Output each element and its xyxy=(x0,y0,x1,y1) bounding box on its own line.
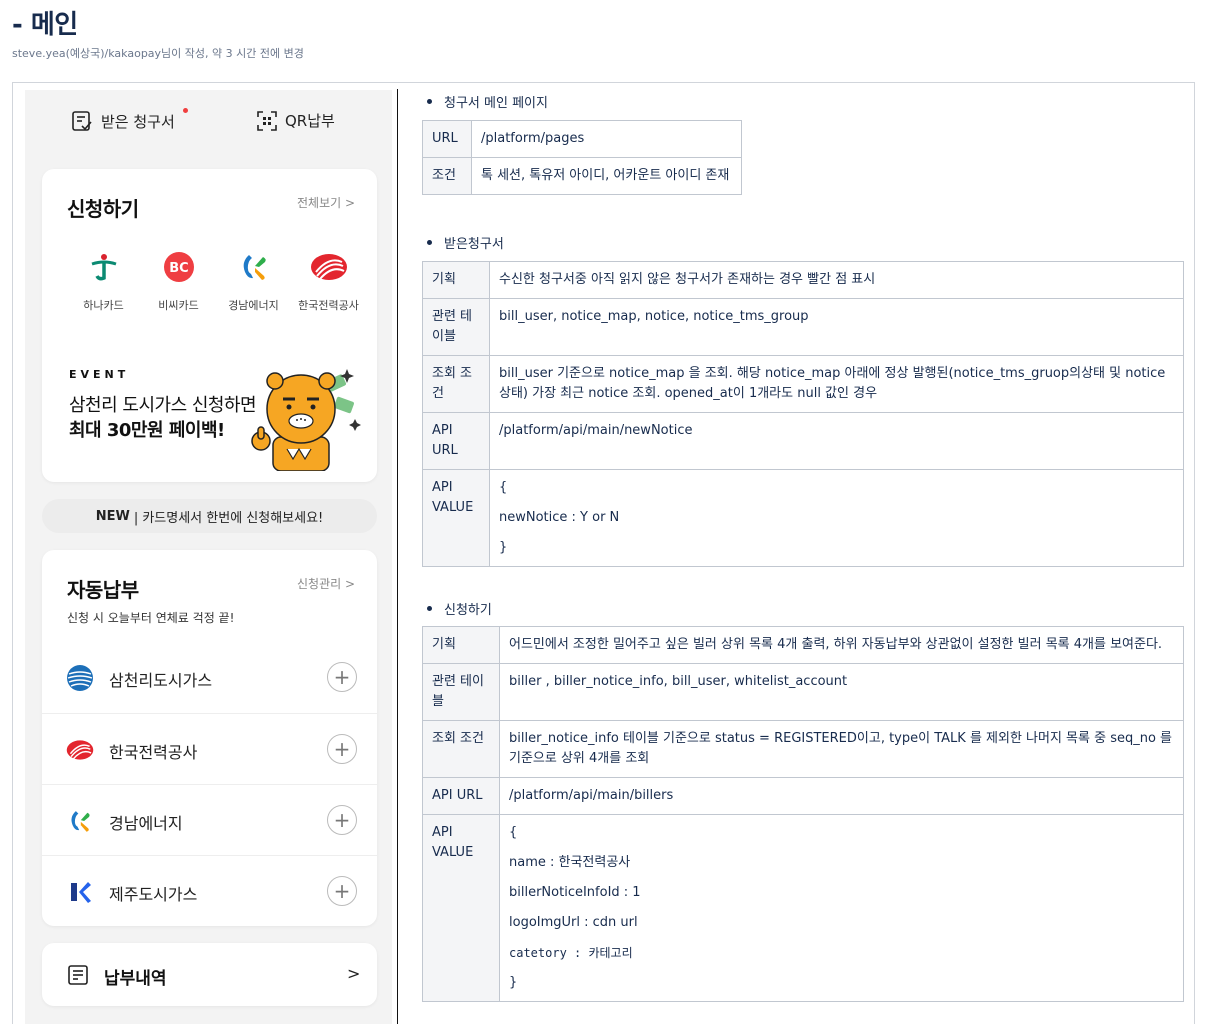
ryan-character-illustration xyxy=(247,359,367,475)
add-gyeongnam-button[interactable]: + xyxy=(327,805,357,835)
table-row: API VALUE { name : 한국전력공사 billerNoticeIn… xyxy=(422,814,1184,1002)
bullet-icon xyxy=(427,606,432,611)
bill-check-icon xyxy=(71,110,93,132)
auto-pay-title: 자동납부 xyxy=(67,578,139,602)
gyeongnam-energy-logo xyxy=(234,247,274,287)
section-bill-main-heading: 청구서 메인 페이지 xyxy=(427,92,548,111)
auto-pay-card: 자동납부 신청관리 > 신청 시 오늘부터 연체료 걱정 끝! 삼천리도시가스 … xyxy=(42,550,377,926)
qr-pay-label: QR납부 xyxy=(285,112,335,130)
new-badge: NEW xyxy=(95,508,130,524)
biller-bc[interactable]: BC 비씨카드 xyxy=(141,247,216,313)
table-row: 기획 수신한 청구서중 아직 읽지 않은 청구서가 존재하는 경우 빨간 점 표… xyxy=(422,261,1184,299)
add-jeju-button[interactable]: + xyxy=(327,876,357,906)
auto-pay-item-gyeongnam[interactable]: 경남에너지 + xyxy=(42,784,377,855)
received-bills-tab[interactable]: 받은 청구서 xyxy=(71,108,188,132)
apply-title: 신청하기 xyxy=(67,197,139,221)
unread-dot xyxy=(183,108,188,113)
section-received-bills-heading: 받은청구서 xyxy=(427,233,504,252)
table-row: 조건 톡 세션, 톡유저 아이디, 어카운트 아이디 존재 xyxy=(422,157,742,195)
biller-gyeongnam[interactable]: 경남에너지 xyxy=(216,247,291,313)
table-row: 조회 조건 bill_user 기준으로 notice_map 을 조회. 해당… xyxy=(422,355,1184,413)
event-headline[interactable]: 삼천리 도시가스 신청하면 xyxy=(69,391,257,417)
auto-pay-subtitle: 신청 시 오늘부터 연체료 걱정 끝! xyxy=(67,611,235,625)
table-row: API URL /platform/api/main/newNotice xyxy=(422,412,1184,470)
add-samchully-button[interactable]: + xyxy=(327,662,357,692)
qr-pay-tab[interactable]: QR납부 xyxy=(257,110,335,131)
app-top-bar: 받은 청구서 QR납부 xyxy=(25,90,392,156)
event-tag: EVENT xyxy=(69,368,130,381)
kepco-logo xyxy=(309,247,349,287)
table-row: 관련 테이블 biller , biller_notice_info, bill… xyxy=(422,663,1184,721)
table-row: 기획 어드민에서 조정한 밀어주고 싶은 빌러 상위 목록 4개 출력, 하위 … xyxy=(422,626,1184,664)
auto-pay-item-kepco[interactable]: 한국전력공사 + xyxy=(42,713,377,784)
received-bills-table: 기획 수신한 청구서중 아직 읽지 않은 청구서가 존재하는 경우 빨간 점 표… xyxy=(422,261,1184,567)
svg-text:BC: BC xyxy=(169,261,188,276)
chevron-right-icon: > xyxy=(347,964,361,983)
auto-pay-item-samchully[interactable]: 삼천리도시가스 + xyxy=(42,642,377,713)
biller-list: 하나카드 BC 비씨카드 경남에너지 한국전력공사 xyxy=(66,247,366,313)
apply-table: 기획 어드민에서 조정한 밀어주고 싶은 빌러 상위 목록 4개 출력, 하위 … xyxy=(422,626,1184,1002)
new-banner-text: | 카드명세서 한번에 신청해보세요! xyxy=(133,510,324,526)
table-row: API VALUE { newNotice : Y or N } xyxy=(422,469,1184,567)
kepco-logo xyxy=(66,736,94,764)
apply-card: 신청하기 전체보기 > 하나카드 BC 비씨카드 경남에너지 한국전력공사 EV… xyxy=(42,169,377,482)
bc-card-logo: BC xyxy=(159,247,199,287)
add-kepco-button[interactable]: + xyxy=(327,734,357,764)
biller-hana[interactable]: 하나카드 xyxy=(66,247,141,313)
hana-card-logo xyxy=(84,247,124,287)
page-meta: steve.yea(예상국)/kakaopay님이 작성, 약 3 시간 전에 … xyxy=(12,47,304,60)
bullet-icon xyxy=(427,240,432,245)
manage-link[interactable]: 신청관리 > xyxy=(297,575,355,592)
new-card-statement-banner[interactable]: NEW | 카드명세서 한번에 신청해보세요! xyxy=(42,499,377,533)
table-row: URL /platform/pages xyxy=(422,120,742,158)
qr-scan-icon xyxy=(257,110,277,131)
payment-history-card[interactable]: 납부내역 > xyxy=(42,943,377,1006)
event-subheadline[interactable]: 최대 30만원 페이백! xyxy=(69,416,225,442)
jeju-gas-logo xyxy=(66,878,94,906)
payment-history-label: 납부내역 xyxy=(104,969,167,989)
app-screenshot: 받은 청구서 QR납부 신청하기 전체보기 > 하나카드 BC 비씨카드 경남에… xyxy=(25,90,392,1024)
receipt-icon xyxy=(66,963,90,991)
section-apply-heading: 신청하기 xyxy=(427,599,492,618)
column-divider xyxy=(397,89,398,1024)
table-row: 조회 조건 biller_notice_info 테이블 기준으로 status… xyxy=(422,720,1184,778)
samchully-logo xyxy=(66,664,94,692)
gyeongnam-energy-logo xyxy=(66,807,94,835)
table-row: API URL /platform/api/main/billers xyxy=(422,777,1184,815)
bill-main-table: URL /platform/pages 조건 톡 세션, 톡유저 아이디, 어카… xyxy=(422,120,742,195)
view-all-link[interactable]: 전체보기 > xyxy=(297,194,355,211)
bullet-icon xyxy=(427,99,432,104)
biller-kepco[interactable]: 한국전력공사 xyxy=(291,247,366,313)
table-row: 관련 테이블 bill_user, notice_map, notice, no… xyxy=(422,298,1184,356)
received-bills-label: 받은 청구서 xyxy=(101,112,175,131)
auto-pay-item-jeju[interactable]: 제주도시가스 + xyxy=(42,855,377,926)
page-title: - 메인 xyxy=(12,10,78,40)
